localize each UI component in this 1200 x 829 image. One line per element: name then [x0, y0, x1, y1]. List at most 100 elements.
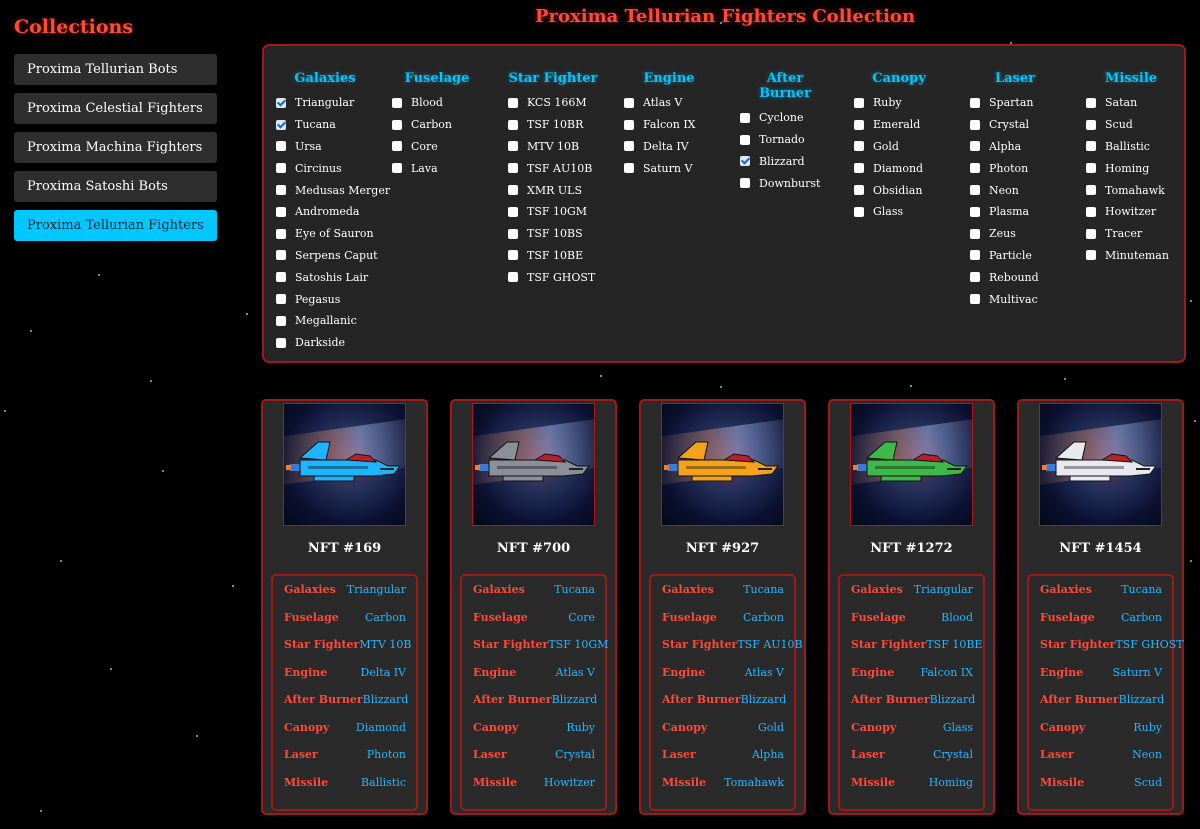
filter-option[interactable]: TSF GHOST	[508, 266, 608, 288]
filter-option[interactable]: Falcon IX	[624, 114, 714, 136]
filter-option[interactable]: Carbon	[392, 114, 482, 136]
nft-card[interactable]: NFT #927 Galaxies Tucana Fuselage Carbon Star…	[639, 399, 806, 815]
filter-checkbox[interactable]	[276, 315, 286, 326]
filter-checkbox[interactable]	[276, 119, 286, 130]
filter-checkbox[interactable]	[508, 163, 518, 174]
filter-checkbox[interactable]	[970, 206, 980, 217]
filter-option[interactable]: Multivac	[970, 288, 1060, 310]
sidebar-item-proxima-satoshi-bots[interactable]: Proxima Satoshi Bots	[14, 171, 217, 202]
filter-option[interactable]: Cyclone	[740, 107, 840, 129]
filter-option[interactable]: Blood	[392, 92, 482, 114]
filter-option[interactable]: Tomahawk	[1086, 179, 1176, 201]
filter-checkbox[interactable]	[854, 97, 864, 108]
filter-option[interactable]: Downburst	[740, 172, 840, 194]
nft-card[interactable]: NFT #169 Galaxies Triangular Fuselage Carbon…	[261, 399, 428, 815]
nft-thumbnail[interactable]	[661, 403, 784, 526]
filter-checkbox[interactable]	[508, 185, 518, 196]
filter-option[interactable]: MTV 10B	[508, 136, 608, 158]
filter-option[interactable]: Saturn V	[624, 157, 714, 179]
filter-checkbox[interactable]	[970, 163, 980, 174]
filter-checkbox[interactable]	[392, 97, 402, 108]
filter-option[interactable]: Pegasus	[276, 288, 366, 310]
filter-option[interactable]: Plasma	[970, 201, 1060, 223]
filter-option[interactable]: Scud	[1086, 114, 1176, 136]
filter-checkbox[interactable]	[276, 272, 286, 283]
filter-checkbox[interactable]	[740, 178, 750, 189]
filter-option[interactable]: Delta IV	[624, 136, 714, 158]
filter-checkbox[interactable]	[508, 119, 518, 130]
filter-option[interactable]: Obsidian	[854, 179, 944, 201]
filter-option[interactable]: Medusas Merger	[276, 179, 390, 201]
filter-option[interactable]: Eye of Sauron	[276, 223, 374, 245]
filter-checkbox[interactable]	[276, 250, 286, 261]
filter-checkbox[interactable]	[624, 119, 634, 130]
filter-option[interactable]: XMR ULS	[508, 179, 608, 201]
filter-option[interactable]: Particle	[970, 245, 1060, 267]
sidebar-item-proxima-machina-fighters[interactable]: Proxima Machina Fighters	[14, 132, 217, 163]
filter-checkbox[interactable]	[854, 163, 864, 174]
filter-checkbox[interactable]	[854, 206, 864, 217]
filter-checkbox[interactable]	[970, 119, 980, 130]
nft-thumbnail[interactable]	[850, 403, 973, 526]
filter-option[interactable]: TSF AU10B	[508, 157, 608, 179]
filter-option[interactable]: Satoshis Lair	[276, 266, 368, 288]
filter-option[interactable]: Alpha	[970, 136, 1060, 158]
filter-checkbox[interactable]	[1086, 185, 1096, 196]
filter-checkbox[interactable]	[970, 294, 980, 305]
filter-checkbox[interactable]	[276, 337, 286, 348]
filter-checkbox[interactable]	[508, 228, 518, 239]
filter-option[interactable]: Satan	[1086, 92, 1176, 114]
filter-option[interactable]: TSF 10BE	[508, 245, 608, 267]
filter-option[interactable]: Lava	[392, 157, 482, 179]
filter-checkbox[interactable]	[854, 141, 864, 152]
filter-checkbox[interactable]	[970, 250, 980, 261]
nft-card[interactable]: NFT #1454 Galaxies Tucana Fuselage Carbon Sta…	[1017, 399, 1184, 815]
filter-option[interactable]: TSF 10GM	[508, 201, 608, 223]
filter-checkbox[interactable]	[624, 141, 634, 152]
filter-option[interactable]: Tracer	[1086, 223, 1176, 245]
filter-checkbox[interactable]	[1086, 141, 1096, 152]
filter-option[interactable]: Rebound	[970, 266, 1060, 288]
filter-option[interactable]: Andromeda	[276, 201, 366, 223]
filter-checkbox[interactable]	[624, 163, 634, 174]
filter-checkbox[interactable]	[276, 163, 286, 174]
filter-option[interactable]: Circinus	[276, 157, 366, 179]
filter-checkbox[interactable]	[970, 185, 980, 196]
filter-checkbox[interactable]	[740, 112, 750, 123]
filter-checkbox[interactable]	[276, 294, 286, 305]
filter-option[interactable]: Tucana	[276, 114, 366, 136]
filter-checkbox[interactable]	[392, 119, 402, 130]
filter-checkbox[interactable]	[276, 185, 286, 196]
filter-checkbox[interactable]	[508, 250, 518, 261]
filter-checkbox[interactable]	[854, 119, 864, 130]
filter-checkbox[interactable]	[970, 272, 980, 283]
filter-option[interactable]: Minuteman	[1086, 245, 1176, 267]
filter-checkbox[interactable]	[1086, 119, 1096, 130]
filter-option[interactable]: Atlas V	[624, 92, 714, 114]
sidebar-item-proxima-tellurian-bots[interactable]: Proxima Tellurian Bots	[14, 54, 217, 85]
filter-checkbox[interactable]	[624, 97, 634, 108]
filter-checkbox[interactable]	[392, 141, 402, 152]
filter-checkbox[interactable]	[508, 206, 518, 217]
nft-card[interactable]: NFT #1272 Galaxies Triangular Fuselage Blood…	[828, 399, 995, 815]
filter-option[interactable]: TSF 10BS	[508, 223, 608, 245]
filter-checkbox[interactable]	[1086, 250, 1096, 261]
filter-checkbox[interactable]	[508, 272, 518, 283]
filter-option[interactable]: Tornado	[740, 129, 840, 151]
filter-option[interactable]: Ballistic	[1086, 136, 1176, 158]
filter-checkbox[interactable]	[508, 97, 518, 108]
sidebar-item-proxima-celestial-fighters[interactable]: Proxima Celestial Fighters	[14, 93, 217, 124]
filter-option[interactable]: Ruby	[854, 92, 944, 114]
filter-checkbox[interactable]	[970, 228, 980, 239]
filter-option[interactable]: Howitzer	[1086, 201, 1176, 223]
filter-option[interactable]: Zeus	[970, 223, 1060, 245]
sidebar-item-proxima-tellurian-fighters[interactable]: Proxima Tellurian Fighters	[14, 210, 217, 241]
filter-checkbox[interactable]	[1086, 163, 1096, 174]
filter-option[interactable]: Serpens Caput	[276, 245, 378, 267]
nft-card[interactable]: NFT #700 Galaxies Tucana Fuselage Core Star F…	[450, 399, 617, 815]
filter-option[interactable]: Emerald	[854, 114, 944, 136]
filter-option[interactable]: Core	[392, 136, 482, 158]
filter-checkbox[interactable]	[392, 163, 402, 174]
filter-option[interactable]: Darkside	[276, 332, 366, 354]
filter-checkbox[interactable]	[740, 134, 750, 145]
